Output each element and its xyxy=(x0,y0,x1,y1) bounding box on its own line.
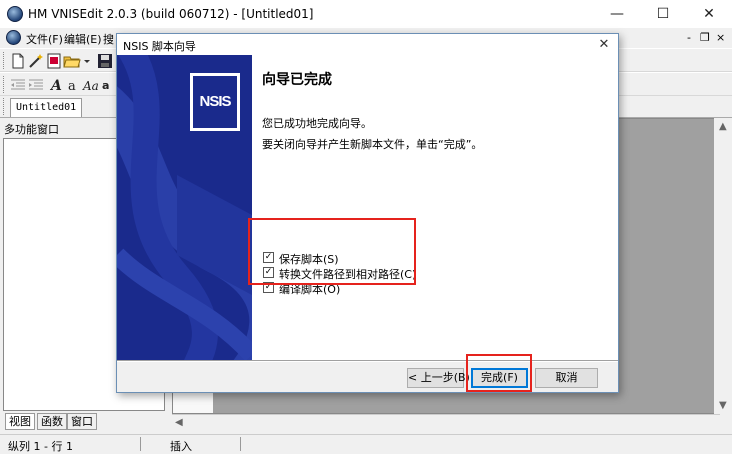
wizard-message-1: 您已成功地完成向导。 xyxy=(262,117,372,130)
tab-view[interactable]: 视图 xyxy=(5,413,35,430)
tabbar-grip xyxy=(3,98,6,115)
window-title: HM VNISEdit 2.0.3 (build 060712) - [Unti… xyxy=(28,7,314,21)
menu-file[interactable]: 文件(F) xyxy=(26,31,63,47)
tab-functions[interactable]: 函数 xyxy=(37,413,67,430)
titlebar: HM VNISEdit 2.0.3 (build 060712) - [Unti… xyxy=(0,0,732,28)
svg-text:A: A xyxy=(49,78,62,94)
dialog-titlebar: NSIS 脚本向导 ✕ xyxy=(117,34,618,55)
menu-edit[interactable]: 编辑(E) xyxy=(64,31,102,47)
template-icon[interactable] xyxy=(45,52,63,70)
mdi-restore-button[interactable]: ❐ xyxy=(700,31,710,44)
dialog-title: NSIS 脚本向导 xyxy=(123,40,196,53)
svg-text:Aa: Aa xyxy=(82,79,99,93)
nsis-logo: NSIS xyxy=(190,73,240,131)
highlight-box-finish xyxy=(466,354,532,392)
menu-search[interactable]: 搜 xyxy=(103,31,114,47)
close-button[interactable]: ✕ xyxy=(686,0,732,28)
scroll-down-arrow-icon[interactable]: ▼ xyxy=(719,400,727,411)
nsis-script-wizard-dialog: NSIS 脚本向导 ✕ NSIS 向导已完成 您已成功地完成向导。 要关闭向导并… xyxy=(116,33,619,393)
font-lower-icon[interactable]: a xyxy=(64,76,82,94)
dialog-divider xyxy=(117,360,618,362)
tab-untitled01[interactable]: Untitled01 xyxy=(10,98,83,117)
mdi-minimize-button[interactable]: - xyxy=(687,31,691,44)
toolbar-grip[interactable] xyxy=(3,52,6,69)
mdi-close-button[interactable]: × xyxy=(716,31,725,44)
minimize-button[interactable]: — xyxy=(594,0,640,28)
outdent-icon[interactable] xyxy=(9,76,27,94)
new-file-icon[interactable] xyxy=(9,52,27,70)
status-separator xyxy=(240,437,241,451)
horizontal-scrollbar[interactable]: ◀ xyxy=(172,414,720,432)
panel-title: 多功能窗口 xyxy=(4,123,59,136)
wizard-message-2: 要关闭向导并产生新脚本文件，单击“完成”。 xyxy=(262,138,483,151)
statusbar: 纵列 1 - 行 1 插入 xyxy=(0,434,732,453)
dialog-close-button[interactable]: ✕ xyxy=(594,35,614,54)
indent-icon[interactable] xyxy=(27,76,45,94)
cancel-button[interactable]: 取消 xyxy=(535,368,598,388)
scroll-left-arrow-icon[interactable]: ◀ xyxy=(175,417,183,428)
open-folder-icon[interactable] xyxy=(63,52,81,70)
app-globe-icon xyxy=(7,6,23,22)
document-globe-icon[interactable] xyxy=(6,30,21,45)
svg-text:a: a xyxy=(68,79,76,94)
highlight-box-options xyxy=(248,218,416,285)
wizard-heading: 向导已完成 xyxy=(262,72,332,88)
wizard-wand-icon[interactable] xyxy=(27,52,45,70)
toolbar-grip-2[interactable] xyxy=(3,76,6,93)
wizard-content: 向导已完成 您已成功地完成向导。 要关闭向导并产生新脚本文件，单击“完成”。 ✓… xyxy=(252,55,618,360)
vertical-scrollbar[interactable]: ▲ ▼ xyxy=(714,118,732,414)
scroll-up-arrow-icon[interactable]: ▲ xyxy=(719,121,727,132)
back-button[interactable]: < 上一步(B) xyxy=(407,368,470,388)
maximize-button[interactable]: ☐ xyxy=(640,0,686,28)
svg-text:a: a xyxy=(102,79,109,92)
wizard-banner: NSIS xyxy=(117,55,252,360)
tab-window[interactable]: 窗口 xyxy=(67,413,97,430)
font-case-icon[interactable]: Aa xyxy=(82,76,100,94)
save-disk-icon[interactable] xyxy=(96,52,114,70)
status-separator xyxy=(140,437,141,451)
nsis-logo-text: NSIS xyxy=(193,76,237,128)
